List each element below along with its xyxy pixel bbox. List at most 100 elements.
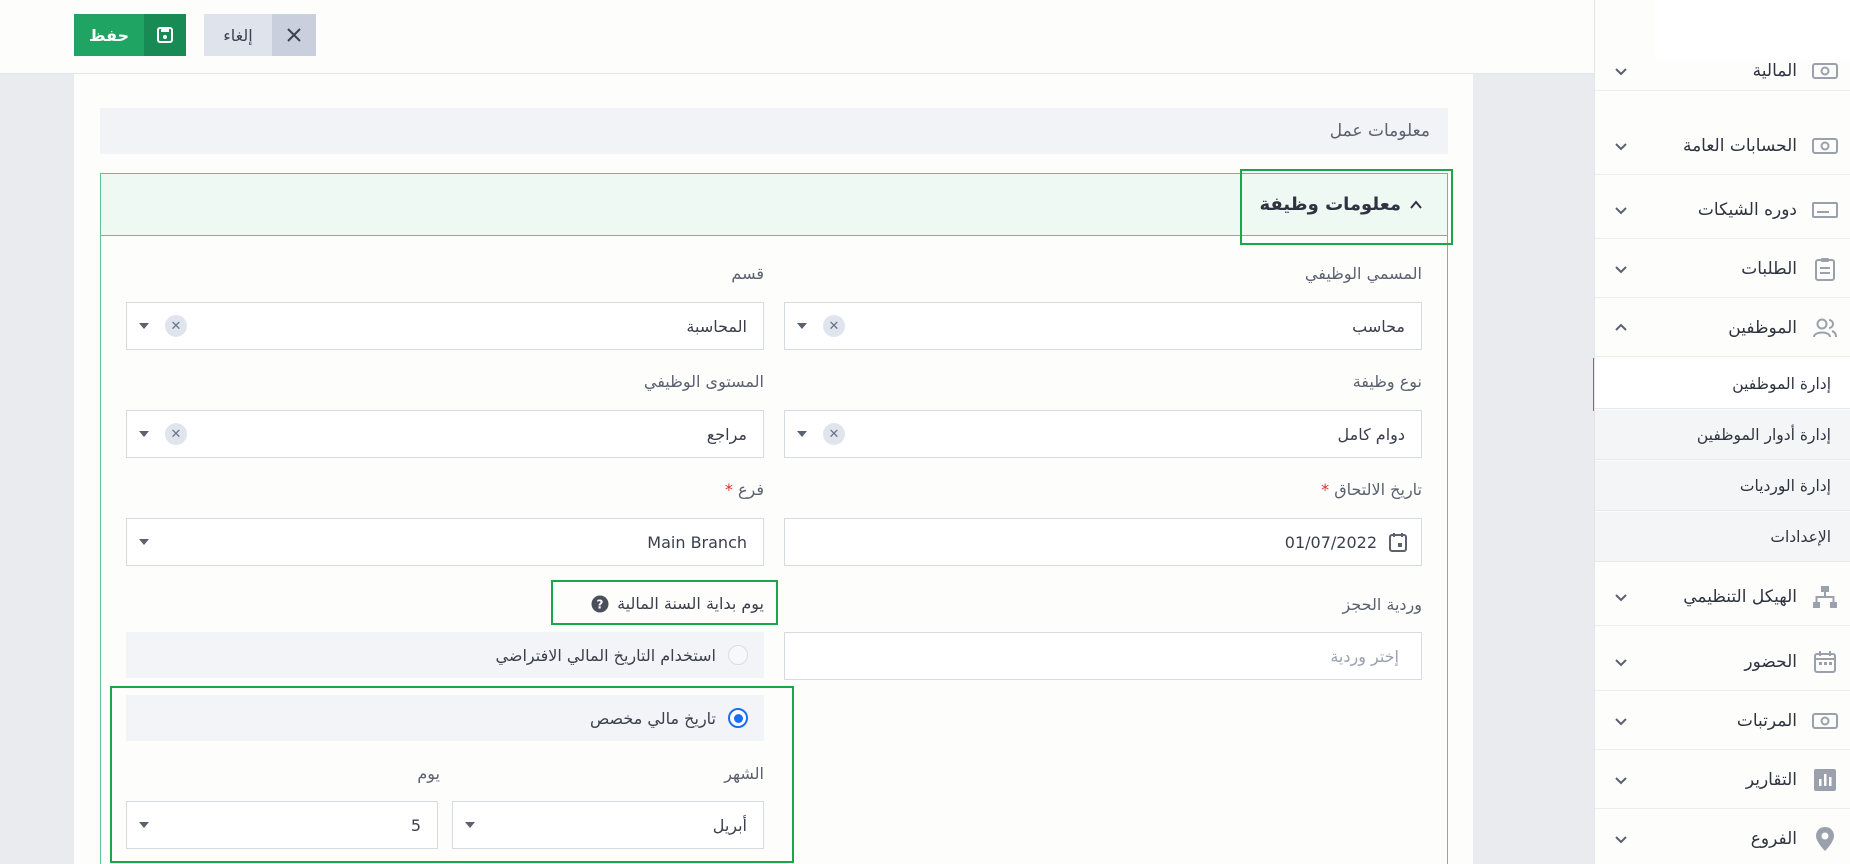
fiscal-start-label: ? يوم بداية السنة المالية bbox=[591, 594, 764, 613]
chevron-down-icon[interactable] bbox=[1613, 831, 1629, 847]
join-date-input[interactable]: 01/07/2022 bbox=[784, 518, 1422, 566]
fiscal-default-label: استخدام التاريخ المالي الافتراضي bbox=[495, 645, 716, 665]
shift-placeholder: إختر وردية bbox=[1330, 646, 1399, 666]
sidebar-item-label: الموظفين bbox=[1728, 317, 1797, 338]
clear-icon[interactable]: ✕ bbox=[165, 423, 187, 445]
clear-icon[interactable]: ✕ bbox=[823, 315, 845, 337]
sidebar-item-label: المرتبات bbox=[1736, 710, 1797, 731]
sidebar-item-label: دوره الشيكات bbox=[1697, 199, 1797, 220]
clear-icon[interactable]: ✕ bbox=[823, 423, 845, 445]
day-value: 5 bbox=[410, 815, 421, 835]
chevron-down-icon[interactable] bbox=[139, 431, 149, 437]
save-button-label: حفظ bbox=[74, 14, 144, 56]
sidebar-item-label: الفروع bbox=[1750, 829, 1797, 849]
chevron-down-icon[interactable] bbox=[139, 539, 149, 545]
fiscal-default-option[interactable]: استخدام التاريخ المالي الافتراضي bbox=[126, 632, 764, 678]
top-toolbar: حفظ إلغاء bbox=[0, 0, 1594, 74]
save-button[interactable]: حفظ bbox=[74, 14, 186, 56]
day-label: يوم bbox=[417, 764, 440, 783]
job-level-label: المستوى الوظيفي bbox=[643, 372, 764, 391]
chevron-down-icon[interactable] bbox=[1613, 202, 1629, 218]
sidebar-item-org-structure[interactable]: الهيكل التنظيمي bbox=[1595, 568, 1850, 626]
job-title-label: المسمي الوظيفي bbox=[1304, 264, 1422, 283]
sidebar-item-label: المالية bbox=[1752, 60, 1797, 81]
join-date-label: * تاريخ الالتحاق bbox=[1317, 480, 1422, 499]
sidebar-subitem-manage-employees[interactable]: إدارة الموظفين bbox=[1595, 359, 1850, 409]
required-mark: * bbox=[724, 480, 733, 499]
money-icon bbox=[1811, 707, 1839, 735]
fiscal-custom-label: تاريخ مالي مخصص bbox=[589, 708, 716, 728]
sidebar-subitem-label: الإعدادات bbox=[1770, 527, 1831, 546]
job-title-value: محاسب bbox=[1352, 316, 1405, 336]
sidebar-item-general-accounts[interactable]: الحسابات العامة bbox=[1595, 117, 1850, 175]
calendar-icon[interactable] bbox=[1389, 532, 1407, 556]
job-level-value: مراجع bbox=[706, 424, 747, 444]
sidebar-item-requests[interactable]: الطلبات bbox=[1595, 240, 1850, 298]
money-icon bbox=[1811, 57, 1839, 85]
bar-chart-icon bbox=[1811, 766, 1839, 794]
join-date-value: 01/07/2022 bbox=[1284, 532, 1377, 552]
help-icon[interactable]: ? bbox=[591, 595, 609, 613]
join-date-label-text: تاريخ الالتحاق bbox=[1334, 480, 1422, 499]
sidebar-subitem-label: إدارة الورديات bbox=[1739, 476, 1831, 495]
sidebar-subitem-settings[interactable]: الإعدادات bbox=[1595, 512, 1850, 562]
chevron-down-icon[interactable] bbox=[1613, 654, 1629, 670]
job-type-label: نوع وظيفة bbox=[1352, 372, 1422, 391]
chevron-down-icon[interactable] bbox=[1613, 589, 1629, 605]
day-select[interactable]: 5 bbox=[126, 801, 438, 849]
job-title-select[interactable]: محاسب ✕ bbox=[784, 302, 1422, 350]
sidebar-item-branches[interactable]: الفروع bbox=[1595, 810, 1850, 864]
sidebar-subitem-shifts[interactable]: إدارة الورديات bbox=[1595, 461, 1850, 511]
chevron-down-icon[interactable] bbox=[1613, 772, 1629, 788]
panel-title: معلومات وظيفة bbox=[1259, 194, 1401, 215]
chevron-down-icon[interactable] bbox=[465, 822, 475, 828]
sidebar-subitem-label: إدارة الموظفين bbox=[1732, 374, 1831, 393]
radio-button[interactable] bbox=[728, 645, 748, 665]
branch-label: * فرع bbox=[721, 480, 764, 499]
fiscal-custom-option[interactable]: تاريخ مالي مخصص bbox=[126, 695, 764, 741]
month-select[interactable]: أبريل bbox=[452, 801, 764, 849]
required-mark: * bbox=[1321, 480, 1330, 499]
chevron-down-icon[interactable] bbox=[1613, 138, 1629, 154]
sidebar-item-label: التقارير bbox=[1745, 769, 1797, 790]
job-type-value: دوام كامل bbox=[1337, 424, 1405, 444]
branch-select[interactable]: Main Branch bbox=[126, 518, 764, 566]
department-select[interactable]: المحاسبة ✕ bbox=[126, 302, 764, 350]
chevron-down-icon[interactable] bbox=[1613, 63, 1629, 79]
branch-value: Main Branch bbox=[647, 532, 747, 552]
sidebar-item-reports[interactable]: التقارير bbox=[1595, 751, 1850, 809]
job-type-select[interactable]: دوام كامل ✕ bbox=[784, 410, 1422, 458]
chevron-down-icon[interactable] bbox=[1613, 713, 1629, 729]
radio-button-selected[interactable] bbox=[728, 708, 748, 728]
chevron-up-icon[interactable] bbox=[1613, 320, 1629, 336]
sidebar-item-attendance[interactable]: الحضور bbox=[1595, 633, 1850, 691]
cancel-button[interactable]: إلغاء bbox=[204, 14, 316, 56]
section-title: معلومات عمل bbox=[1329, 121, 1430, 141]
chevron-down-icon[interactable] bbox=[139, 822, 149, 828]
clear-icon[interactable]: ✕ bbox=[165, 315, 187, 337]
users-icon bbox=[1811, 314, 1839, 342]
svg-text:?: ? bbox=[597, 597, 604, 611]
sidebar-item-label: الحضور bbox=[1744, 651, 1797, 672]
shift-label: وردية الحجز bbox=[1342, 595, 1423, 614]
main-content: معلومات عمل معلومات وظيفة bbox=[74, 74, 1473, 864]
chevron-down-icon[interactable] bbox=[797, 431, 807, 437]
org-chart-icon bbox=[1811, 583, 1839, 611]
sidebar-item-payroll[interactable]: المرتبات bbox=[1595, 692, 1850, 750]
sidebar-item-employees[interactable]: الموظفين bbox=[1595, 299, 1850, 357]
panel-header[interactable]: معلومات وظيفة bbox=[101, 174, 1447, 236]
chevron-down-icon[interactable] bbox=[139, 323, 149, 329]
cancel-button-label: إلغاء bbox=[204, 14, 272, 56]
chevron-down-icon[interactable] bbox=[797, 323, 807, 329]
month-label: الشهر bbox=[724, 764, 764, 783]
sidebar-item-finance[interactable]: المالية bbox=[1595, 51, 1850, 91]
map-pin-icon bbox=[1811, 825, 1839, 853]
job-level-select[interactable]: مراجع ✕ bbox=[126, 410, 764, 458]
sidebar-subitem-employee-roles[interactable]: إدارة أدوار الموظفين bbox=[1595, 410, 1850, 460]
sidebar-item-cheques[interactable]: دوره الشيكات bbox=[1595, 181, 1850, 239]
shift-select[interactable]: إختر وردية bbox=[784, 632, 1422, 680]
chevron-down-icon[interactable] bbox=[1613, 261, 1629, 277]
department-value: المحاسبة bbox=[686, 316, 747, 336]
branch-label-text: فرع bbox=[737, 480, 764, 499]
sidebar: المالية الحسابات العامة دوره الشيكات الط… bbox=[1594, 0, 1850, 864]
